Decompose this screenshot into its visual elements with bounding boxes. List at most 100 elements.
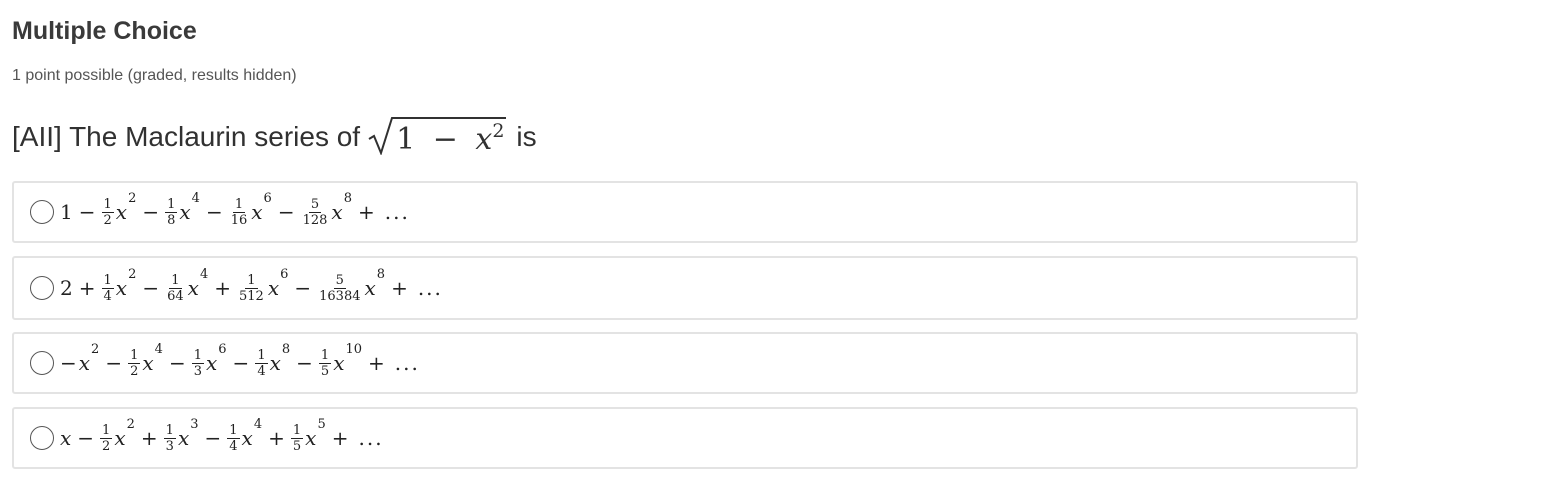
problem-points-info: 1 point possible (graded, results hidden… — [12, 67, 297, 84]
exponent: 4 — [191, 191, 200, 206]
fraction: 14 — [255, 349, 268, 378]
fraction-denominator: 2 — [130, 363, 139, 379]
operator: − — [142, 276, 160, 300]
constant: 2 — [60, 276, 73, 300]
fraction-denominator: 5 — [292, 438, 302, 454]
variable: x — [241, 426, 253, 450]
variable: x — [142, 351, 154, 375]
radicand-exponent: 2 — [492, 120, 505, 142]
choice-radio-1[interactable] — [30, 200, 54, 224]
choice-option-2[interactable]: 2 +1 4 x 2−1 64 x 4 +1 512 x 6−5 16384 x 8 +... — [12, 256, 1358, 320]
fraction: 13 — [163, 424, 176, 454]
choice-radio-2[interactable] — [30, 276, 54, 300]
exponent: 2 — [126, 417, 135, 432]
variable: x — [269, 351, 281, 375]
fraction-numerator: 1 — [245, 272, 258, 289]
ellipsis: ... — [358, 426, 384, 450]
exponent: 4 — [154, 342, 163, 357]
exponent: 2 — [128, 191, 137, 206]
ellipsis: ... — [417, 276, 443, 300]
exponent: 6 — [280, 267, 289, 282]
exponent: 2 — [91, 342, 100, 357]
variable: x — [187, 276, 199, 300]
variable: x — [305, 426, 317, 450]
fraction-numerator: 5 — [333, 272, 346, 289]
exponent: 2 — [128, 267, 137, 282]
fraction-denominator: 4 — [103, 288, 112, 304]
operator: − — [205, 200, 223, 224]
operator: − — [294, 276, 312, 300]
fraction-denominator: 16384 — [319, 288, 361, 304]
fraction: 12 — [100, 422, 113, 454]
radicand: 1 − x2 — [394, 117, 507, 159]
question-math-sqrt: 1 − x2 — [368, 115, 507, 159]
fraction: 1 16 — [229, 198, 250, 227]
variable: x — [78, 351, 91, 375]
fraction: 12 — [101, 198, 114, 228]
variable: x — [115, 200, 128, 224]
choice-option-3[interactable]: − x 2−1 2 x 4−1 3 x 6−1 4 x 8−1 5 x 10 +... — [12, 332, 1358, 394]
fraction: 1 64 — [165, 274, 186, 303]
variable: x — [60, 426, 72, 450]
operator: − — [232, 351, 250, 375]
power-term: x2 — [116, 267, 137, 300]
power-term: x2 — [78, 342, 100, 375]
radicand-minus: − — [432, 122, 458, 157]
fraction-numerator: 1 — [165, 196, 178, 213]
operator: − — [204, 426, 222, 450]
question-suffix: is — [516, 121, 537, 152]
power-term: x6 — [205, 342, 227, 375]
fraction-denominator: 64 — [167, 288, 184, 304]
variable: x — [205, 351, 218, 375]
variable: x — [179, 200, 191, 224]
negative-sign: − — [60, 351, 77, 375]
fraction-numerator: 5 — [308, 196, 322, 213]
operator: − — [78, 200, 96, 224]
fraction: 13 — [191, 349, 204, 378]
choice-radio-3[interactable] — [30, 351, 54, 375]
fraction-denominator: 2 — [103, 212, 112, 228]
power-term: x6 — [268, 267, 289, 300]
fraction-numerator: 1 — [101, 272, 114, 289]
operator: + — [214, 276, 231, 300]
operator: + — [268, 426, 285, 450]
fraction-numerator: 1 — [169, 272, 182, 289]
power-term: x8 — [365, 267, 386, 300]
exponent: 8 — [376, 267, 386, 282]
operator: + — [391, 276, 408, 300]
variable: x — [114, 426, 126, 450]
exponent: 8 — [343, 191, 352, 206]
choice-option-4[interactable]: x −1 2 x 2 +1 3 x 3−1 4 x 4 +1 5 x 5 +... — [12, 407, 1358, 469]
exponent: 6 — [263, 191, 272, 206]
power-term: x3 — [177, 417, 199, 450]
choice-option-1[interactable]: 1−1 2 x 2−1 8 x 4−1 16 x 6−5 128 x 8 +... — [12, 181, 1358, 243]
exponent: 10 — [345, 342, 363, 357]
choice-expression-4: x −1 2 x 2 +1 3 x 3−1 4 x 4 +1 5 x 5 +... — [60, 417, 384, 454]
fraction-denominator: 2 — [102, 438, 111, 454]
fraction-denominator: 16 — [230, 212, 248, 228]
operator: + — [78, 276, 96, 300]
fraction-denominator: 3 — [165, 438, 174, 454]
variable: x — [177, 426, 190, 450]
fraction-numerator: 1 — [128, 347, 141, 364]
fraction-denominator: 5 — [320, 363, 330, 379]
fraction-numerator: 1 — [100, 422, 113, 439]
exponent: 4 — [253, 417, 263, 432]
exponent: 8 — [281, 342, 291, 357]
power-term: x4 — [241, 417, 263, 450]
variable: x — [251, 200, 263, 224]
fraction: 18 — [165, 196, 178, 227]
power-term: x4 — [187, 267, 209, 300]
fraction-denominator: 512 — [238, 288, 264, 304]
power-term: x4 — [142, 342, 163, 375]
choice-radio-4[interactable] — [30, 426, 54, 450]
operator: − — [296, 351, 313, 375]
constant: 1 — [60, 200, 73, 224]
operator: − — [277, 200, 295, 224]
fraction-numerator: 1 — [232, 196, 246, 213]
fraction: 15 — [318, 349, 332, 379]
fraction-numerator: 1 — [227, 422, 240, 439]
exponent: 3 — [190, 417, 199, 432]
exponent: 4 — [199, 267, 209, 282]
fraction: 14 — [227, 422, 240, 453]
